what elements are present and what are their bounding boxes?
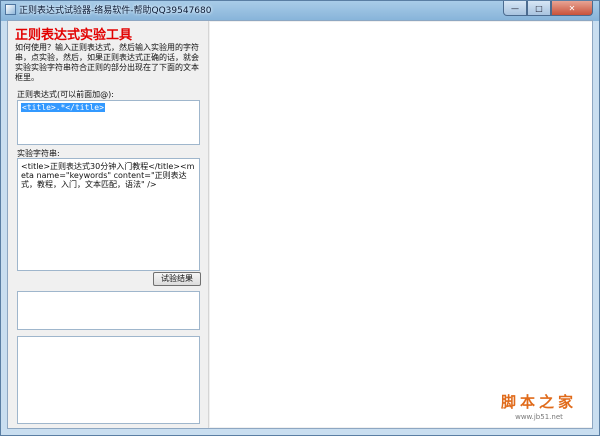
window-controls: — □ ✕ xyxy=(503,1,593,17)
test-string-value: <title>正则表达式30分钟入门教程</title><meta name="… xyxy=(21,162,195,189)
minimize-button[interactable]: — xyxy=(503,1,527,16)
minimize-icon: — xyxy=(511,3,519,13)
left-panel: 正则表达式实验工具 如何使用？输入正则表达式，然后输入实验用的字符串，点实验，然… xyxy=(8,21,208,428)
client-area: 正则表达式实验工具 如何使用？输入正则表达式，然后输入实验用的字符串，点实验，然… xyxy=(7,20,593,429)
match-output-box[interactable] xyxy=(17,336,200,424)
regex-input-value: <title>.*</title> xyxy=(21,103,105,112)
close-button[interactable]: ✕ xyxy=(551,1,593,16)
watermark: 脚本之家 www.jb51.net xyxy=(494,391,584,421)
close-icon: ✕ xyxy=(568,3,576,13)
watermark-logo-text: 脚本之家 xyxy=(500,393,577,411)
title-bar[interactable]: 正则表达式试验器-络易软件-帮助QQ39547680 — □ ✕ xyxy=(1,1,599,20)
regex-input[interactable]: <title>.*</title> xyxy=(17,100,200,145)
app-title: 正则表达式实验工具 xyxy=(15,28,133,43)
test-result-button[interactable]: 试验结果 xyxy=(153,272,201,286)
panel-divider[interactable] xyxy=(208,21,209,428)
regex-label: 正则表达式(可以前面加@): xyxy=(17,90,114,99)
maximize-icon: □ xyxy=(535,3,543,13)
app-icon xyxy=(5,4,16,15)
preview-panel[interactable]: 脚本之家 www.jb51.net xyxy=(210,22,592,427)
match-result-box[interactable] xyxy=(17,291,200,330)
instructions-text: 如何使用？输入正则表达式，然后输入实验用的字符串，点实验，然后，如果正则表达式正… xyxy=(15,43,199,82)
watermark-url: www.jb51.net xyxy=(515,413,563,421)
maximize-button[interactable]: □ xyxy=(527,1,551,16)
test-string-input[interactable]: <title>正则表达式30分钟入门教程</title><meta name="… xyxy=(17,158,200,271)
main-window: 正则表达式试验器-络易软件-帮助QQ39547680 — □ ✕ 正则表达式实验… xyxy=(0,0,600,436)
window-title: 正则表达式试验器-络易软件-帮助QQ39547680 xyxy=(19,6,212,16)
